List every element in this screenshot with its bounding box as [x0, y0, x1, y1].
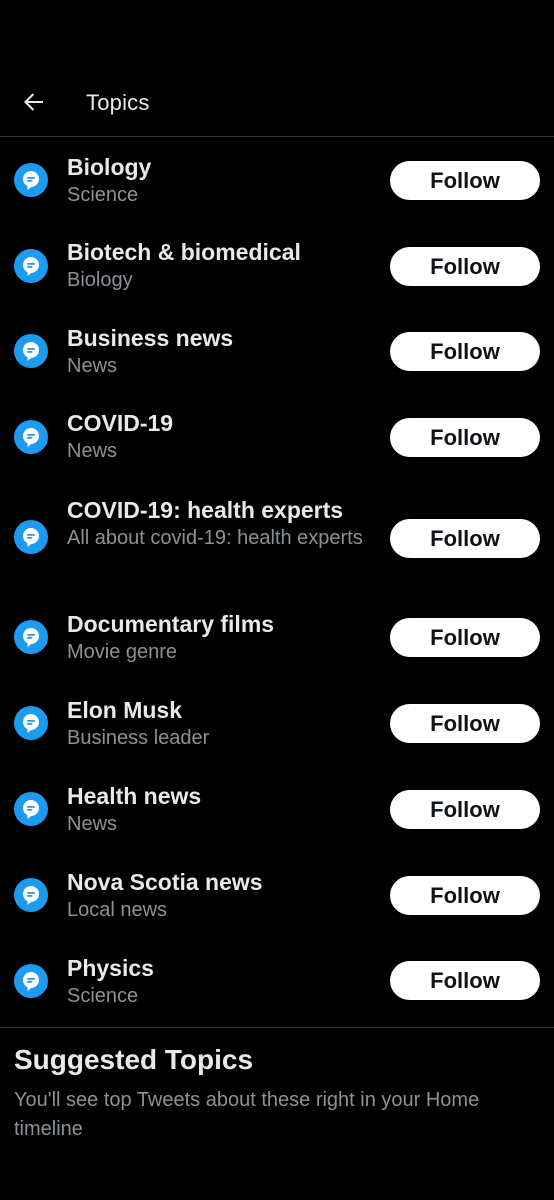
- topic-row: Biotech & biomedical Biology Follow: [0, 224, 554, 310]
- topic-text: COVID-19 News: [67, 409, 377, 466]
- topic-bubble-icon: [14, 163, 48, 197]
- topic-text: Biotech & biomedical Biology: [67, 238, 377, 295]
- topic-row: Health news News Follow: [0, 768, 554, 854]
- topic-text: Nova Scotia news Local news: [67, 868, 377, 925]
- topic-category: Movie genre: [67, 641, 178, 663]
- topic-name: Physics: [67, 955, 154, 981]
- topic-category: Business leader: [67, 727, 210, 749]
- topic-row: Elon Musk Business leader Follow: [0, 682, 554, 768]
- topic-category: Biology: [67, 269, 133, 291]
- topic-bubble-icon: [14, 706, 48, 740]
- topic-bubble-icon: [14, 520, 48, 554]
- topic-category: Local news: [67, 899, 168, 921]
- topic-bubble-icon: [14, 249, 48, 283]
- topic-name: Biotech & biomedical: [67, 239, 301, 265]
- topic-text: Documentary films Movie genre: [67, 610, 377, 667]
- topic-bubble-icon: [14, 620, 48, 654]
- topic-name: COVID-19: [67, 410, 174, 436]
- topic-category: All about covid-19: health experts: [67, 527, 363, 549]
- topic-row: COVID-19: health experts All about covid…: [0, 482, 554, 596]
- topic-name: Health news: [67, 783, 202, 809]
- section-title: Suggested Topics: [14, 1044, 254, 1075]
- follow-button[interactable]: Follow: [390, 332, 540, 371]
- suggested-topics-section: Suggested Topics You'll see top Tweets a…: [14, 1042, 544, 1144]
- arrow-left-icon: [24, 93, 43, 111]
- follow-button[interactable]: Follow: [390, 876, 540, 915]
- topic-name: Business news: [67, 325, 234, 351]
- topic-text: COVID-19: health experts All about covid…: [67, 496, 367, 553]
- section-divider: [0, 1027, 554, 1028]
- topic-category: Science: [67, 985, 139, 1007]
- topic-bubble-icon: [14, 792, 48, 826]
- topic-category: News: [67, 440, 118, 462]
- topic-row: Business news News Follow: [0, 310, 554, 396]
- topic-row: Biology Science Follow: [0, 138, 554, 224]
- follow-button[interactable]: Follow: [390, 790, 540, 829]
- topic-name: Nova Scotia news: [67, 869, 263, 895]
- topic-text: Business news News: [67, 324, 377, 381]
- follow-button[interactable]: Follow: [390, 704, 540, 743]
- topic-bubble-icon: [14, 878, 48, 912]
- topic-category: News: [67, 813, 118, 835]
- follow-button[interactable]: Follow: [390, 961, 540, 1000]
- header: Topics: [0, 68, 554, 136]
- topics-screen: Topics Biology Science Follow Biotech & …: [0, 0, 554, 1200]
- back-button[interactable]: [18, 86, 50, 118]
- follow-button[interactable]: Follow: [390, 418, 540, 457]
- page-title: Topics: [86, 90, 150, 115]
- topic-text: Biology Science: [67, 153, 377, 210]
- topic-text: Elon Musk Business leader: [67, 696, 377, 753]
- topic-row: COVID-19 News Follow: [0, 396, 554, 482]
- topic-bubble-icon: [14, 420, 48, 454]
- section-description: You'll see top Tweets about these right …: [14, 1089, 480, 1140]
- follow-button[interactable]: Follow: [390, 519, 540, 558]
- topic-name: Biology: [67, 154, 152, 180]
- topic-row: Nova Scotia news Local news Follow: [0, 854, 554, 940]
- header-divider: [0, 136, 554, 137]
- topic-bubble-icon: [14, 334, 48, 368]
- topic-text: Health news News: [67, 782, 377, 839]
- topic-name: COVID-19: health experts: [67, 497, 344, 523]
- topic-row: Physics Science Follow: [0, 940, 554, 1026]
- follow-button[interactable]: Follow: [390, 247, 540, 286]
- topic-bubble-icon: [14, 964, 48, 998]
- topic-category: Science: [67, 184, 139, 206]
- topic-text: Physics Science: [67, 954, 377, 1011]
- topic-name: Documentary films: [67, 611, 275, 637]
- follow-button[interactable]: Follow: [390, 161, 540, 200]
- topic-name: Elon Musk: [67, 697, 183, 723]
- follow-button[interactable]: Follow: [390, 618, 540, 657]
- topic-category: News: [67, 355, 118, 377]
- topic-row: Documentary films Movie genre Follow: [0, 596, 554, 682]
